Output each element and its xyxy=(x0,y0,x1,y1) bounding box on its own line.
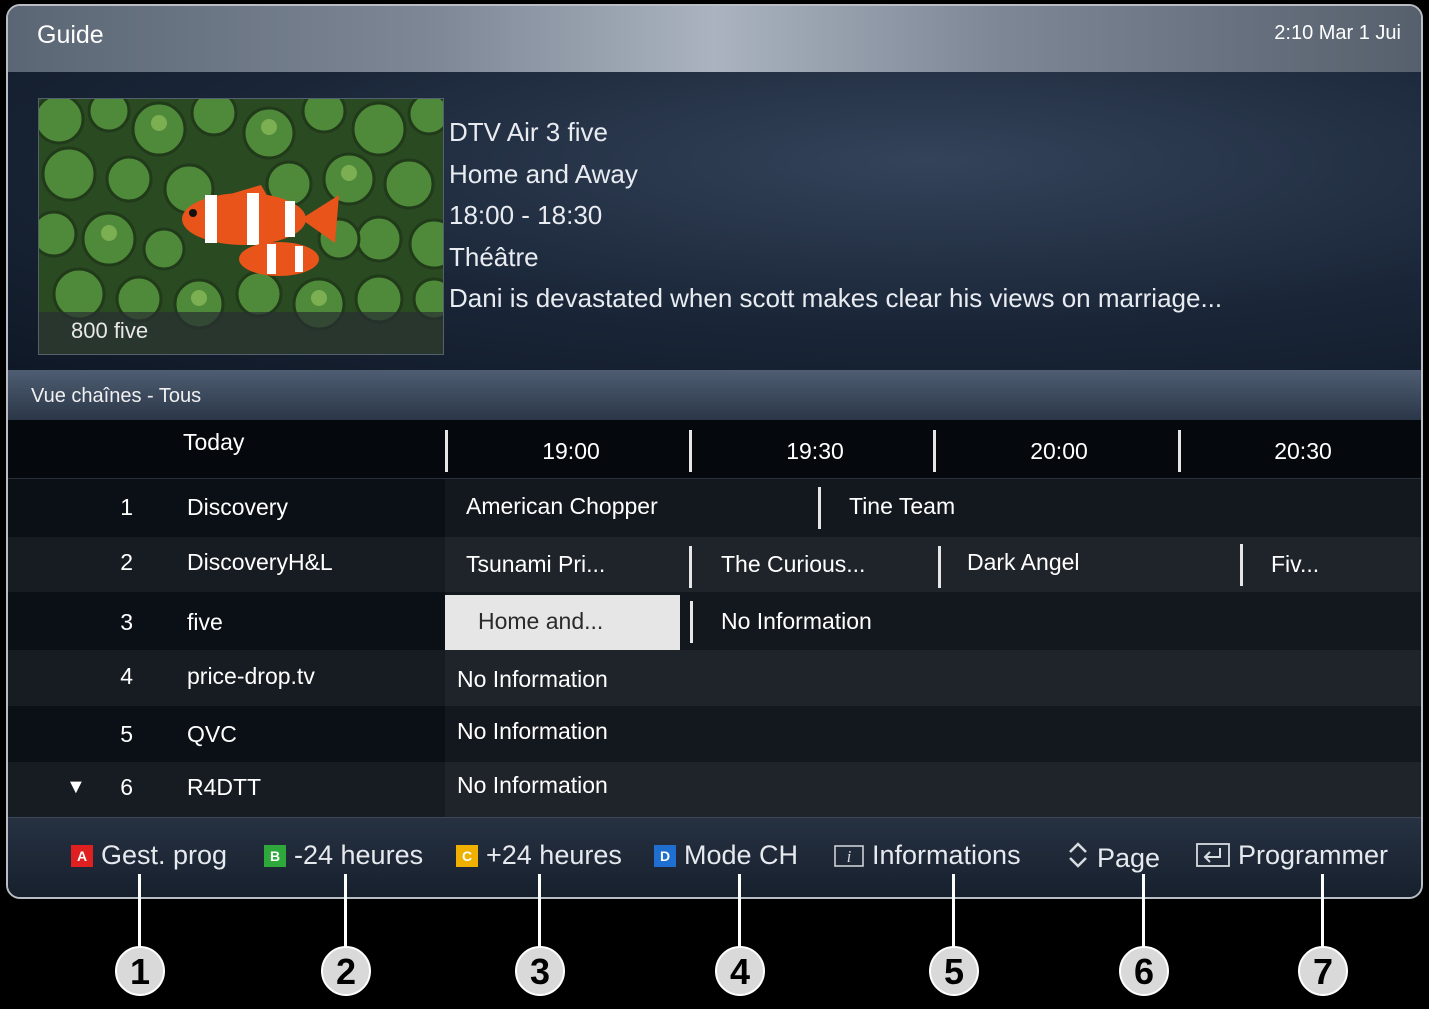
channel-name[interactable]: five xyxy=(187,609,223,636)
channel-grid: 1 Discovery American Chopper Tine Team 2… xyxy=(8,479,1421,817)
legend-label: +24 heures xyxy=(486,840,622,870)
legend-label: Gest. prog xyxy=(101,840,228,870)
channel-number: 5 xyxy=(120,721,133,747)
callout-2: 2 xyxy=(321,946,371,996)
channel-name[interactable]: Discovery xyxy=(187,494,288,521)
page-title: Guide xyxy=(37,21,104,49)
legend-label: Informations xyxy=(872,840,1021,870)
channel-number: 3 xyxy=(120,609,133,635)
guide-header: Guide 2:10 Mar 1 Jui xyxy=(8,6,1421,73)
channel-number: 4 xyxy=(120,663,133,689)
program-details: DTV Air 3 five Home and Away 18:00 - 18:… xyxy=(449,112,1222,320)
legend-label: Page xyxy=(1097,843,1161,873)
legend-programmer[interactable]: Programmer xyxy=(1196,840,1388,871)
program-cell[interactable]: No Information xyxy=(721,608,872,635)
detail-program-title: Home and Away xyxy=(449,158,638,189)
callout-5: 5 xyxy=(929,946,979,996)
svg-text:i: i xyxy=(847,847,852,866)
program-cell[interactable]: No Information xyxy=(457,718,608,745)
blue-d-button-icon: D xyxy=(654,845,676,867)
callout-6: 6 xyxy=(1119,946,1169,996)
channel-number: 1 xyxy=(120,494,133,520)
legend-label: Mode CH xyxy=(684,840,799,870)
legend-label: Programmer xyxy=(1238,840,1389,870)
tv-guide-screen: Guide 2:10 Mar 1 Jui 800 five DTV Air 3 … xyxy=(6,4,1423,899)
detail-time: 18:00 - 18:30 xyxy=(449,200,603,231)
button-legend: A Gest. prog B -24 heures C +24 heures D Mod… xyxy=(8,817,1421,897)
program-cell-selected[interactable]: Home and... xyxy=(478,608,603,635)
time-tick xyxy=(1178,430,1181,472)
channel-view-label: Vue chaînes - Tous xyxy=(31,385,202,407)
legend-page[interactable]: Page xyxy=(1067,840,1160,874)
time-label: 20:30 xyxy=(1274,438,1332,464)
time-label: 20:00 xyxy=(1030,438,1088,464)
legend-gest-prog[interactable]: A Gest. prog xyxy=(71,840,227,871)
program-cell[interactable]: Dark Angel xyxy=(967,549,1080,576)
callout-7: 7 xyxy=(1298,946,1348,996)
legend-informations[interactable]: i Informations xyxy=(834,840,1021,871)
detail-channel: DTV Air 3 five xyxy=(449,117,608,147)
green-b-button-icon: B xyxy=(264,845,286,867)
channel-row-4: 4 price-drop.tv No Information xyxy=(8,650,1421,706)
program-cell[interactable]: Fiv... xyxy=(1271,551,1319,578)
legend-minus-24h[interactable]: B -24 heures xyxy=(264,840,423,871)
channel-row-2: 2 DiscoveryH&L Tsunami Pri... The Curiou… xyxy=(8,537,1421,592)
program-cell[interactable]: No Information xyxy=(457,772,608,799)
channel-name[interactable]: price-drop.tv xyxy=(187,663,315,690)
channel-name[interactable]: QVC xyxy=(187,721,237,748)
callout-4: 4 xyxy=(715,946,765,996)
time-tick xyxy=(689,430,692,472)
channel-name[interactable]: R4DTT xyxy=(187,774,261,801)
channel-name[interactable]: DiscoveryH&L xyxy=(187,549,333,576)
clock: 2:10 Mar 1 Jui xyxy=(1274,22,1401,44)
program-cell[interactable]: Tine Team xyxy=(849,493,955,520)
channel-number: 6 xyxy=(120,774,133,800)
channel-row-1: 1 Discovery American Chopper Tine Team xyxy=(8,479,1421,537)
channel-number: 2 xyxy=(120,549,133,575)
timeline-header: Today 19:00 19:30 20:00 20:30 xyxy=(8,420,1421,479)
legend-mode-ch[interactable]: D Mode CH xyxy=(654,840,798,871)
time-label: 19:00 xyxy=(542,438,600,464)
callout-1: 1 xyxy=(115,946,165,996)
time-tick xyxy=(933,430,936,472)
red-a-button-icon: A xyxy=(71,845,93,867)
info-icon: i xyxy=(834,845,864,867)
channel-view-bar: Vue chaînes - Tous xyxy=(8,370,1421,420)
legend-label: -24 heures xyxy=(294,840,424,870)
time-label: 19:30 xyxy=(786,438,844,464)
enter-icon xyxy=(1196,843,1230,867)
channel-overlay-label: 800 five xyxy=(71,318,149,343)
callout-3: 3 xyxy=(515,946,565,996)
yellow-c-button-icon: C xyxy=(456,845,478,867)
time-tick xyxy=(445,430,448,472)
detail-synopsis: Dani is devastated when scott makes clea… xyxy=(449,283,1223,314)
program-cell[interactable]: No Information xyxy=(457,666,608,693)
program-cell[interactable]: Tsunami Pri... xyxy=(466,551,605,578)
channel-row-3: 3 five Home and... No Information xyxy=(8,592,1421,653)
channel-preview-thumbnail: 800 five xyxy=(38,98,444,355)
program-info-panel: 800 five DTV Air 3 five Home and Away 18… xyxy=(8,72,1421,370)
updown-icon xyxy=(1069,842,1087,868)
legend-plus-24h[interactable]: C +24 heures xyxy=(456,840,622,871)
program-cell[interactable]: American Chopper xyxy=(466,493,658,520)
program-cell[interactable]: The Curious... xyxy=(721,551,865,578)
detail-genre: Théâtre xyxy=(449,241,539,272)
today-label: Today xyxy=(183,429,245,455)
channel-row-5: 5 QVC No Information xyxy=(8,706,1421,762)
channel-row-6: ▼ 6 R4DTT No Information xyxy=(8,762,1421,817)
